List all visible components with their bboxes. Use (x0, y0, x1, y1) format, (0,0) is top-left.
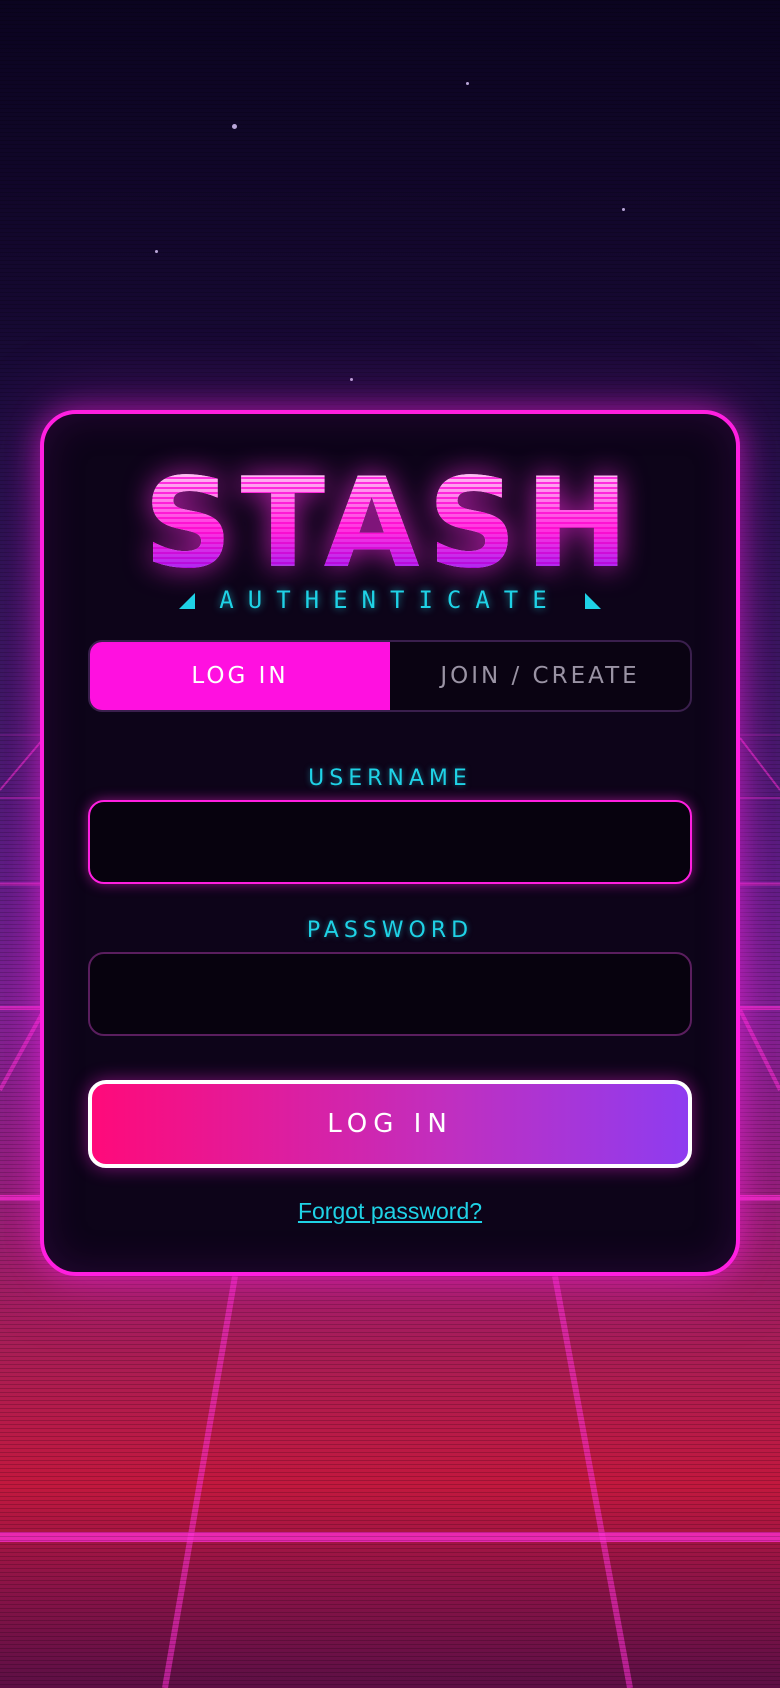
app-logo: STASH (44, 464, 736, 584)
forgot-password-link[interactable]: Forgot password? (44, 1198, 736, 1225)
subtitle-text: AUTHENTICATE (219, 586, 561, 614)
triangle-left-icon (179, 593, 196, 609)
password-label: PASSWORD (306, 918, 474, 943)
username-label: USERNAME (308, 766, 472, 791)
password-input[interactable] (88, 952, 692, 1036)
star (466, 82, 469, 85)
tab-log-in[interactable]: LOG IN (90, 642, 390, 710)
star (350, 378, 353, 381)
star (155, 250, 158, 253)
auth-card: STASH AUTHENTICATE LOG IN JOIN / CREATE … (40, 410, 740, 1276)
auth-tabs: LOG IN JOIN / CREATE (88, 640, 692, 712)
tab-join-create[interactable]: JOIN / CREATE (390, 642, 690, 710)
triangle-right-icon (584, 593, 601, 609)
log-in-button[interactable]: LOG IN (88, 1080, 692, 1168)
subtitle: AUTHENTICATE (44, 586, 736, 614)
star (622, 208, 625, 211)
star (232, 124, 237, 129)
username-input[interactable] (88, 800, 692, 884)
